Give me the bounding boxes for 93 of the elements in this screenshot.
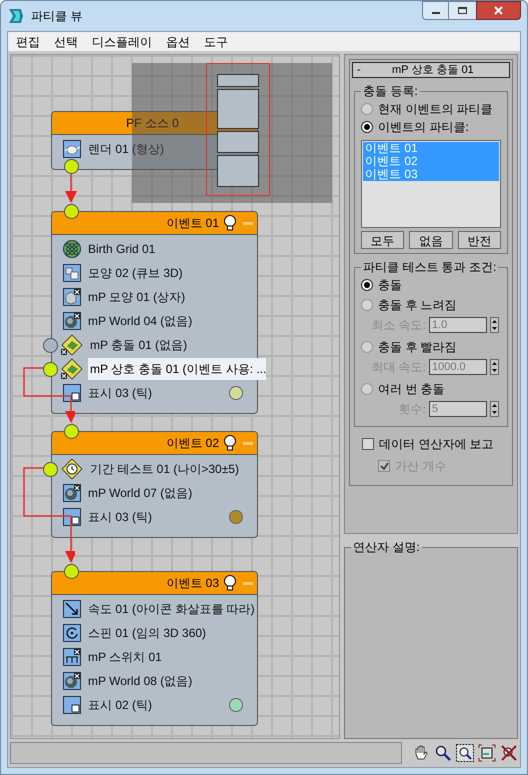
list-button[interactable]: 반전: [458, 231, 501, 249]
node-canvas[interactable]: [10, 54, 340, 739]
menu-item[interactable]: 도구: [198, 32, 234, 50]
menu-item[interactable]: 디스플레이: [86, 32, 158, 50]
operator-row[interactable]: mP 모양 01 (상자): [86, 286, 255, 308]
input-port[interactable]: [64, 204, 79, 219]
operator-row[interactable]: mP World 08 (없음): [86, 670, 255, 692]
globe-icon: [63, 672, 81, 690]
light-bulb-icon[interactable]: [223, 435, 237, 451]
switch-icon: [63, 648, 81, 666]
output-port[interactable]: [64, 159, 79, 174]
minimize-button[interactable]: [422, 1, 449, 20]
checkbox-label[interactable]: 데이터 연산자에 보고: [379, 435, 494, 453]
input-port[interactable]: [43, 338, 58, 352]
operator-row[interactable]: mP 충돌 01 (없음): [88, 334, 255, 356]
zoom-extents-icon[interactable]: [478, 744, 496, 762]
operator-row[interactable]: 기간 테스트 01 (나이>30±5): [88, 458, 255, 480]
view-frame[interactable]: [206, 63, 270, 196]
search-icon[interactable]: [434, 744, 452, 762]
operator-row[interactable]: 모양 02 (큐브 3D): [86, 262, 255, 284]
spinner-icon[interactable]: [490, 401, 499, 417]
arrow-icon: [63, 600, 81, 618]
radio-button[interactable]: [361, 341, 373, 353]
cube-icon: [63, 288, 81, 306]
menu-item[interactable]: 옵션: [160, 32, 196, 50]
event-node[interactable]: 이벤트 03 속도 01 (아이콘 화살표를 따라) 스핀 01 (임의 3D 360) mP 스위치 01 mP World 08 (없음) 표시 02 (틱): [51, 571, 258, 726]
rollout-title: mP 상호 충돌 01: [390, 62, 475, 78]
window-title: 파티클 뷰: [31, 8, 82, 25]
light-bulb-icon[interactable]: [223, 575, 237, 591]
list-button[interactable]: 없음: [409, 231, 453, 249]
group-label: 파티클 테스트 통과 조건:: [362, 259, 498, 276]
input-port[interactable]: [43, 362, 58, 376]
operator-row[interactable]: Birth Grid 01: [86, 238, 255, 260]
event-node[interactable]: 이벤트 02 기간 테스트 01 (나이>30±5) mP World 07 (없음) 표시 03 (틱): [51, 431, 258, 538]
node-header[interactable]: 이벤트 03: [52, 572, 257, 595]
radio-button[interactable]: [361, 299, 373, 311]
radio-label[interactable]: 충돌 후 느려짐: [378, 296, 457, 314]
teapot-icon: [63, 140, 81, 158]
spinner-icon[interactable]: [490, 359, 499, 375]
wire-arrow: [23, 367, 75, 425]
maximize-button[interactable]: [449, 1, 476, 20]
light-bulb-icon[interactable]: [223, 215, 237, 231]
radio-button[interactable]: [361, 279, 373, 291]
clock-icon: [61, 458, 83, 480]
radio-button[interactable]: [361, 103, 373, 115]
display-icon: [63, 384, 81, 402]
collision-icon: [61, 358, 83, 380]
globe-icon: [63, 312, 81, 330]
node-title: 이벤트 01: [166, 215, 219, 232]
operator-row[interactable]: 표시 02 (틱): [86, 694, 255, 716]
operator-row[interactable]: 표시 03 (틱): [86, 382, 255, 404]
group-label: 연산자 설명:: [352, 539, 421, 556]
collapse-toggle[interactable]: -: [357, 62, 361, 78]
operator-row[interactable]: mP World 04 (없음): [86, 310, 255, 332]
radio-label[interactable]: 충돌: [378, 276, 402, 294]
radio-label[interactable]: 충돌 후 빨라짐: [378, 338, 457, 356]
radio-button[interactable]: [361, 383, 373, 395]
menu-item[interactable]: 선택: [48, 32, 84, 50]
no-zoom-icon[interactable]: [500, 744, 518, 762]
radio-button[interactable]: [361, 121, 373, 133]
input-port[interactable]: [43, 462, 58, 476]
rollout-header[interactable]: - mP 상호 충돌 01: [352, 62, 510, 78]
rotate-icon: [63, 624, 81, 642]
operator-row[interactable]: 스핀 01 (임의 3D 360): [86, 622, 255, 644]
zoom-region-icon[interactable]: [456, 744, 474, 762]
grid-icon: [63, 240, 81, 258]
operator-row[interactable]: 표시 03 (틱): [86, 506, 255, 528]
radio-label[interactable]: 여러 번 충돌: [378, 380, 445, 398]
node-header[interactable]: 이벤트 01: [52, 212, 257, 235]
display-icon: [63, 696, 81, 714]
menu-item[interactable]: 편집: [10, 32, 46, 50]
wire-arrow: [65, 172, 77, 205]
checkbox[interactable]: [362, 438, 374, 450]
collision-icon: [61, 334, 83, 356]
close-icon: [494, 6, 503, 15]
node-title: 이벤트 03: [166, 575, 219, 592]
operator-row[interactable]: mP World 07 (없음): [86, 482, 255, 504]
app-logo-icon: [7, 7, 25, 25]
radio-label[interactable]: 이벤트의 파티클:: [378, 118, 469, 136]
input-port[interactable]: [64, 424, 79, 439]
spinner-icon[interactable]: [490, 317, 499, 333]
group-label: 충돌 등록:: [362, 83, 419, 100]
input-port[interactable]: [64, 564, 79, 579]
cubes-icon: [63, 264, 81, 282]
operator-row[interactable]: 속도 01 (아이콘 화살표를 따라): [86, 598, 255, 620]
list-button[interactable]: 모두: [361, 231, 404, 249]
node-title: 이벤트 02: [166, 435, 219, 452]
operator-row[interactable]: mP 스위치 01: [86, 646, 255, 668]
close-button[interactable]: [476, 1, 521, 20]
node-header[interactable]: 이벤트 02: [52, 432, 257, 455]
radio-label[interactable]: 현재 이벤트의 파티클: [378, 100, 493, 118]
operator-row[interactable]: mP 상호 충돌 01 (이벤트 사용: ...: [88, 358, 266, 380]
globe-icon: [63, 484, 81, 502]
